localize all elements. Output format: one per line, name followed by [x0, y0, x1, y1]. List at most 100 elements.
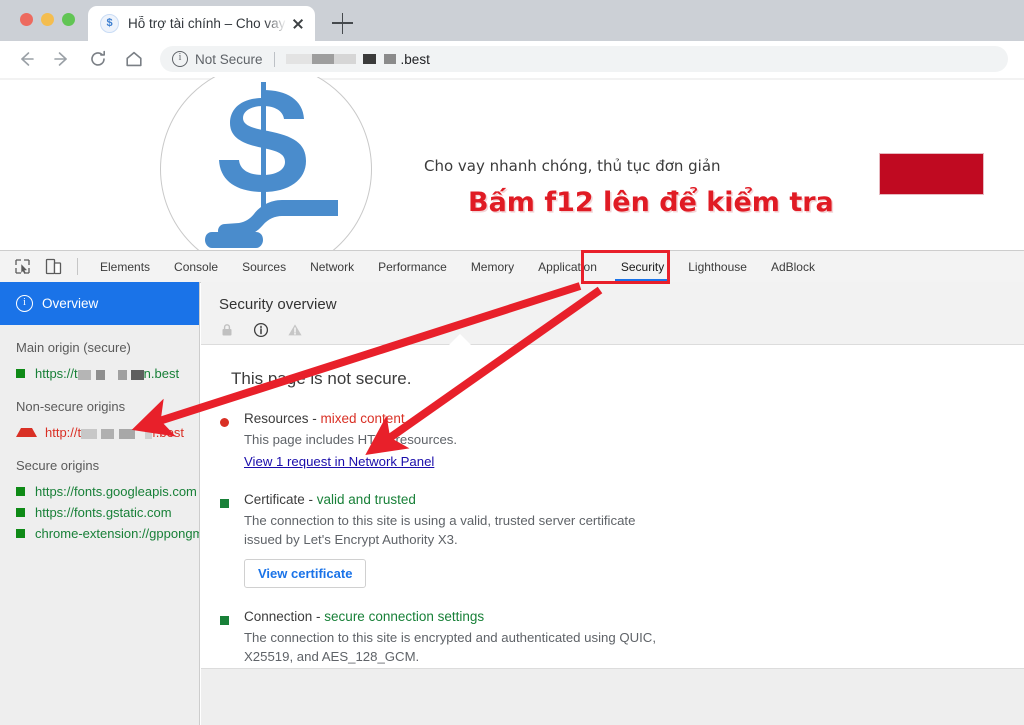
tab-application[interactable]: Application — [526, 252, 609, 282]
tab-lighthouse[interactable]: Lighthouse — [676, 252, 759, 282]
view-certificate-button[interactable]: View certificate — [244, 559, 366, 588]
section-title: Certificate - valid and trusted — [244, 492, 1024, 507]
inspect-element-icon[interactable] — [12, 256, 33, 277]
tab-adblock[interactable]: AdBlock — [759, 252, 827, 282]
tab-security[interactable]: Security — [609, 252, 676, 282]
redacted-url — [286, 54, 396, 64]
tab-elements[interactable]: Elements — [88, 252, 162, 282]
minimize-window-button[interactable] — [41, 13, 54, 26]
security-section: Resources - mixed content This page inclu… — [201, 411, 1024, 471]
green-square-icon — [16, 529, 25, 538]
close-window-button[interactable] — [20, 13, 33, 26]
section-title-state: valid and trusted — [317, 492, 416, 507]
info-circle-icon[interactable] — [253, 322, 269, 338]
section-body: Resources - mixed content This page inclu… — [244, 411, 1024, 471]
tab-title: Hỗ trợ tài chính – Cho vay nhanh — [128, 16, 287, 31]
security-header: Security overview — [201, 282, 1024, 345]
device-toolbar-icon[interactable] — [43, 256, 64, 277]
sidebar-item-label: Overview — [42, 296, 98, 311]
tab-console[interactable]: Console — [162, 252, 230, 282]
toolbar-divider — [77, 258, 78, 275]
section-title: Connection - secure connection settings — [244, 609, 1024, 624]
info-circle-icon[interactable] — [172, 51, 188, 67]
origin-url-prefix: https://t — [35, 366, 78, 381]
section-description: The connection to this site is encrypted… — [244, 629, 674, 667]
reload-icon[interactable] — [88, 49, 108, 69]
page-headline: Bấm f12 lên để kiểm tra — [468, 187, 834, 218]
redacted-url-segment — [81, 425, 152, 440]
page-title: Security overview — [201, 282, 1024, 313]
lock-icon[interactable] — [219, 322, 235, 338]
section-marker — [220, 609, 244, 667]
devtools-panel: ElementsConsoleSourcesNetworkPerformance… — [0, 250, 1024, 725]
section-title-main: Certificate - — [244, 492, 317, 507]
origin-url-prefix: https://fonts.googleapis.com — [35, 484, 197, 499]
origin-url-prefix: https://fonts.gstatic.com — [35, 505, 172, 520]
browser-window: $ Hỗ trợ tài chính – Cho vay nhanh — [0, 0, 1024, 724]
arrow-right-icon[interactable] — [52, 49, 72, 69]
section-description: This page includes HTTP resources. — [244, 431, 674, 450]
section-description: The connection to this site is using a v… — [244, 512, 674, 550]
green-square-icon — [16, 508, 25, 517]
section-body: Certificate - valid and trusted The conne… — [244, 492, 1024, 588]
origin-row[interactable]: https://tn.best — [0, 363, 199, 384]
security-sections: Resources - mixed content This page inclu… — [201, 411, 1024, 666]
security-main-panel: Security overview — [201, 282, 1024, 668]
devtools-tab-list: ElementsConsoleSourcesNetworkPerformance… — [88, 252, 827, 282]
origin-row[interactable]: chrome-extension://gppongmh — [0, 523, 199, 544]
section-marker — [220, 492, 244, 588]
zoom-window-button[interactable] — [62, 13, 75, 26]
dollar-in-hand-logo — [190, 82, 340, 250]
tab-network[interactable]: Network — [298, 252, 366, 282]
security-state-icons — [219, 322, 303, 338]
security-status-label: Not Secure — [195, 52, 263, 67]
origin-url-prefix: http://t — [45, 425, 81, 440]
origin-group-title: Main origin (secure) — [0, 325, 199, 363]
tab-memory[interactable]: Memory — [459, 252, 526, 282]
window-controls — [20, 13, 75, 26]
origin-url: https://fonts.googleapis.com — [35, 484, 197, 499]
section-title-state: secure connection settings — [324, 609, 484, 624]
origin-row[interactable]: https://fonts.googleapis.com — [0, 481, 199, 502]
page-tagline: Cho vay nhanh chóng, thủ tục đơn giản — [424, 157, 721, 175]
plus-icon[interactable] — [332, 12, 354, 34]
active-state-notch — [449, 334, 471, 345]
security-section: Connection - secure connection settings T… — [201, 609, 1024, 667]
section-title-state: mixed content — [321, 411, 405, 426]
warning-triangle-icon[interactable] — [287, 322, 303, 338]
info-circle-icon — [16, 295, 33, 312]
origin-row[interactable]: http://tı.best — [0, 422, 199, 443]
sidebar-item-overview[interactable]: Overview — [0, 282, 199, 325]
green-square-icon — [220, 616, 229, 625]
tab-performance[interactable]: Performance — [366, 252, 459, 282]
origin-url: chrome-extension://gppongmh — [35, 526, 200, 541]
origin-row[interactable]: https://fonts.gstatic.com — [0, 502, 199, 523]
origin-group-title: Non-secure origins — [0, 384, 199, 422]
address-bar[interactable]: Not Secure .best — [160, 46, 1008, 72]
section-title-main: Resources - — [244, 411, 321, 426]
tab-sources[interactable]: Sources — [230, 252, 298, 282]
origin-url: http://tı.best — [45, 425, 184, 440]
green-square-icon — [220, 499, 229, 508]
page-viewport: Cho vay nhanh chóng, thủ tục đơn giản Bấ… — [0, 77, 1024, 250]
red-banner-block — [879, 153, 984, 195]
browser-toolbar: Not Secure .best — [0, 41, 1024, 78]
close-icon[interactable] — [289, 15, 307, 33]
tab-strip: $ Hỗ trợ tài chính – Cho vay nhanh — [0, 0, 1024, 41]
security-section: Certificate - valid and trusted The conne… — [201, 492, 1024, 588]
security-body: This page is not secure. Resources - mix… — [201, 345, 1024, 666]
green-square-icon — [16, 369, 25, 378]
warning-triangle-icon — [16, 428, 37, 437]
url-tld: .best — [401, 52, 430, 67]
page-top-divider — [0, 78, 1024, 80]
dollar-hand-favicon: $ — [100, 14, 119, 33]
redacted-url-segment — [78, 366, 144, 381]
home-icon[interactable] — [124, 49, 144, 69]
arrow-left-icon[interactable] — [16, 49, 36, 69]
origin-url-prefix: chrome-extension://gppongmh — [35, 526, 200, 541]
devtools-footer-area — [201, 668, 1024, 725]
omnibox-divider — [274, 52, 275, 67]
view-request-link[interactable]: View 1 request in Network Panel — [244, 454, 434, 469]
origin-url: https://fonts.gstatic.com — [35, 505, 172, 520]
browser-tab[interactable]: $ Hỗ trợ tài chính – Cho vay nhanh — [88, 6, 315, 41]
